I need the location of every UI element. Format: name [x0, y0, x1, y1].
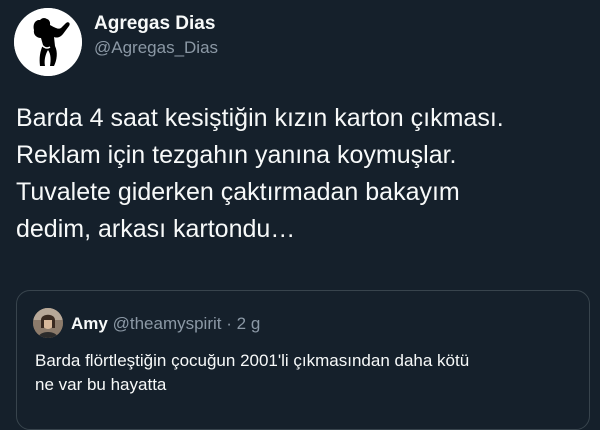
tweet: Agregas Dias @Agregas_Dias Barda 4 saat … [0, 0, 600, 430]
meta-separator: · [226, 314, 232, 333]
tweet-text-line: Barda 4 saat kesiştiğin kızın karton çık… [16, 104, 504, 132]
author-avatar[interactable] [14, 8, 82, 76]
portrait-avatar-icon [33, 308, 63, 338]
quoted-tweet-header: Amy @theamyspirit · 2 g [71, 314, 260, 334]
quoted-tweet-time[interactable]: 2 g [237, 314, 261, 333]
quoted-author-avatar[interactable] [33, 308, 63, 338]
tweet-text-line: Reklam için tezgahın yanına koymuşlar. [16, 141, 457, 169]
tweet-text: Barda 4 saat kesiştiğin kızın karton çık… [16, 100, 591, 248]
quoted-text-line: ne var bu hayatta [35, 375, 167, 394]
quoted-tweet-text: Barda flörtleştiğin çocuğun 2001'li çıkm… [35, 349, 575, 397]
tweet-text-line: dedim, arkası kartondu… [16, 215, 296, 243]
quoted-author-handle[interactable]: @theamyspirit [113, 314, 222, 333]
quoted-author-display-name[interactable]: Amy [71, 314, 108, 333]
silhouette-figure-avatar-icon [14, 8, 82, 76]
author-display-name[interactable]: Agregas Dias [94, 13, 215, 35]
quoted-text-line: Barda flörtleştiğin çocuğun 2001'li çıkm… [35, 351, 470, 370]
tweet-text-line: Tuvalete giderken çaktırmadan bakayım [16, 178, 460, 206]
quoted-tweet-card[interactable]: Amy @theamyspirit · 2 g Barda flörtleşti… [16, 290, 590, 430]
author-handle[interactable]: @Agregas_Dias [94, 38, 218, 58]
